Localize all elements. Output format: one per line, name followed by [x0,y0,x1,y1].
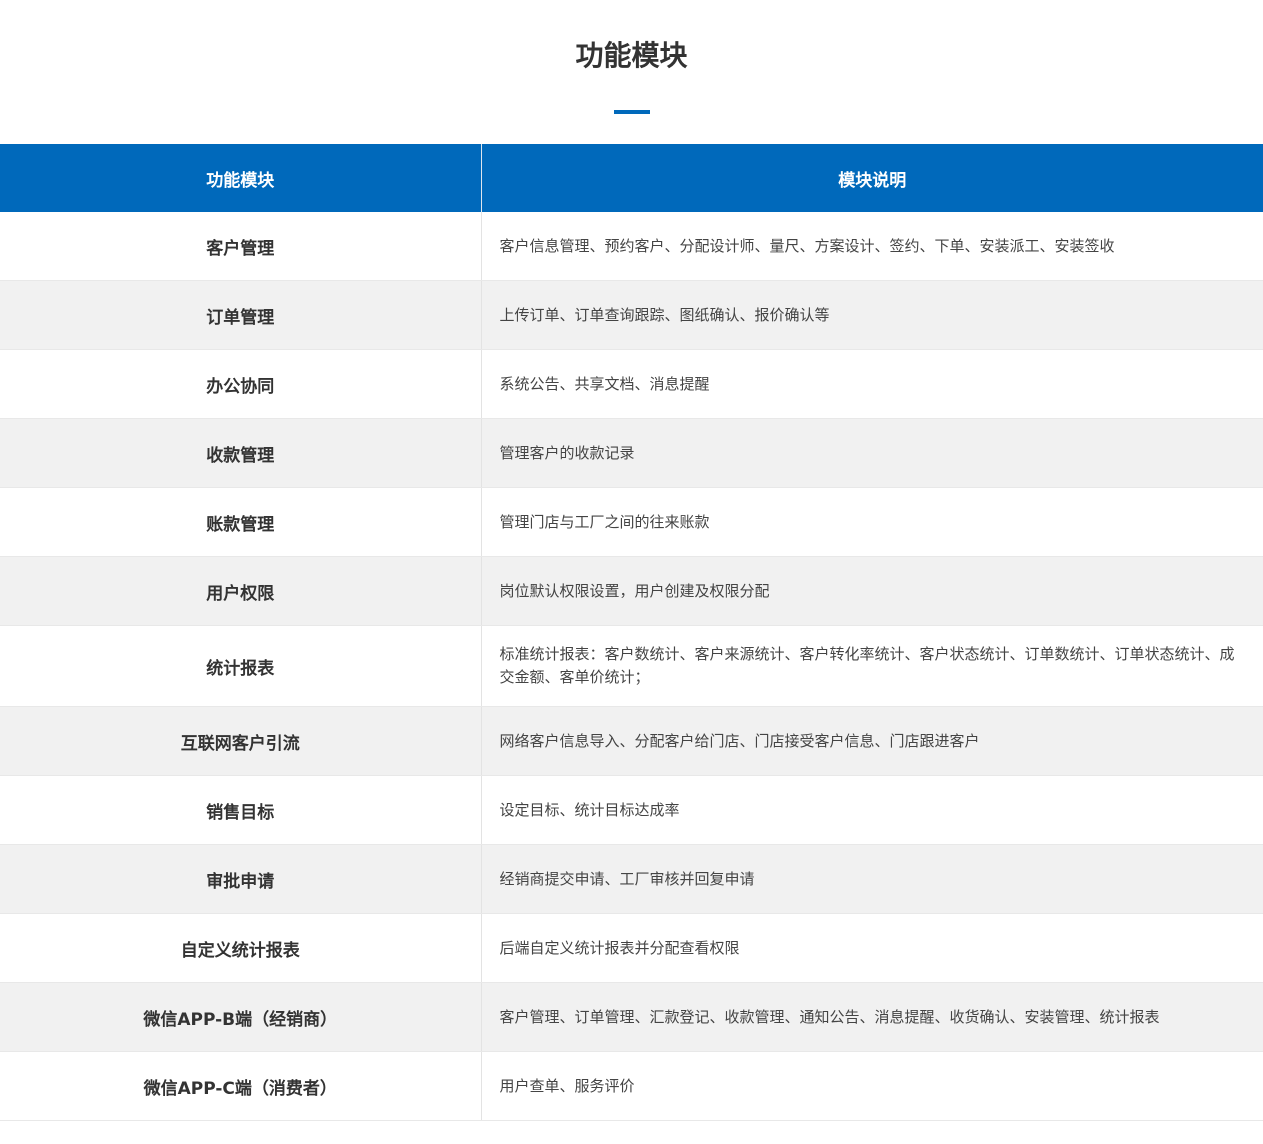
header-module: 功能模块 [0,144,481,212]
module-description: 后端自定义统计报表并分配查看权限 [480,913,1263,983]
module-name: 微信APP-B端（经销商） [0,982,481,1052]
table-row: 微信APP-C端（消费者） 用户查单、服务评价 [0,1051,1263,1121]
table-row: 审批申请 经销商提交申请、工厂审核并回复申请 [0,844,1263,914]
module-description: 岗位默认权限设置，用户创建及权限分配 [480,556,1263,626]
module-name: 审批申请 [0,844,481,914]
module-description: 管理客户的收款记录 [480,418,1263,488]
module-name: 收款管理 [0,418,481,488]
module-name: 客户管理 [0,212,481,281]
module-name: 销售目标 [0,775,481,845]
table-row: 用户权限 岗位默认权限设置，用户创建及权限分配 [0,556,1263,626]
module-description: 管理门店与工厂之间的往来账款 [480,487,1263,557]
module-name: 自定义统计报表 [0,913,481,983]
table-row: 微信APP-B端（经销商） 客户管理、订单管理、汇款登记、收款管理、通知公告、消… [0,982,1263,1052]
module-description: 标准统计报表：客户数统计、客户来源统计、客户转化率统计、客户状态统计、订单数统计… [480,625,1263,707]
header-description: 模块说明 [480,144,1263,212]
table-row: 互联网客户引流 网络客户信息导入、分配客户给门店、门店接受客户信息、门店跟进客户 [0,706,1263,776]
table-row: 订单管理 上传订单、订单查询跟踪、图纸确认、报价确认等 [0,280,1263,350]
page-title: 功能模块 [0,0,1263,110]
module-description: 用户查单、服务评价 [480,1051,1263,1121]
table-row: 销售目标 设定目标、统计目标达成率 [0,775,1263,845]
module-name: 订单管理 [0,280,481,350]
page-title-text: 功能模块 [575,39,688,72]
module-description: 系统公告、共享文档、消息提醒 [480,349,1263,419]
table-row: 办公协同 系统公告、共享文档、消息提醒 [0,349,1263,419]
module-description: 经销商提交申请、工厂审核并回复申请 [480,844,1263,914]
module-name: 用户权限 [0,556,481,626]
module-description: 网络客户信息导入、分配客户给门店、门店接受客户信息、门店跟进客户 [480,706,1263,776]
table-row: 收款管理 管理客户的收款记录 [0,418,1263,488]
table-row: 账款管理 管理门店与工厂之间的往来账款 [0,487,1263,557]
module-description: 客户管理、订单管理、汇款登记、收款管理、通知公告、消息提醒、收货确认、安装管理、… [480,982,1263,1052]
table-header-row: 功能模块 模块说明 [0,144,1263,212]
table-row: 客户管理 客户信息管理、预约客户、分配设计师、量尺、方案设计、签约、下单、安装派… [0,212,1263,281]
module-name: 办公协同 [0,349,481,419]
table-row: 自定义统计报表 后端自定义统计报表并分配查看权限 [0,913,1263,983]
module-description: 上传订单、订单查询跟踪、图纸确认、报价确认等 [480,280,1263,350]
feature-table: 功能模块 模块说明 客户管理 客户信息管理、预约客户、分配设计师、量尺、方案设计… [0,144,1263,1121]
module-description: 设定目标、统计目标达成率 [480,775,1263,845]
module-name: 互联网客户引流 [0,706,481,776]
module-name: 账款管理 [0,487,481,557]
module-name: 统计报表 [0,625,481,707]
module-name: 微信APP-C端（消费者） [0,1051,481,1121]
module-description: 客户信息管理、预约客户、分配设计师、量尺、方案设计、签约、下单、安装派工、安装签… [480,212,1263,281]
table-row: 统计报表 标准统计报表：客户数统计、客户来源统计、客户转化率统计、客户状态统计、… [0,625,1263,707]
